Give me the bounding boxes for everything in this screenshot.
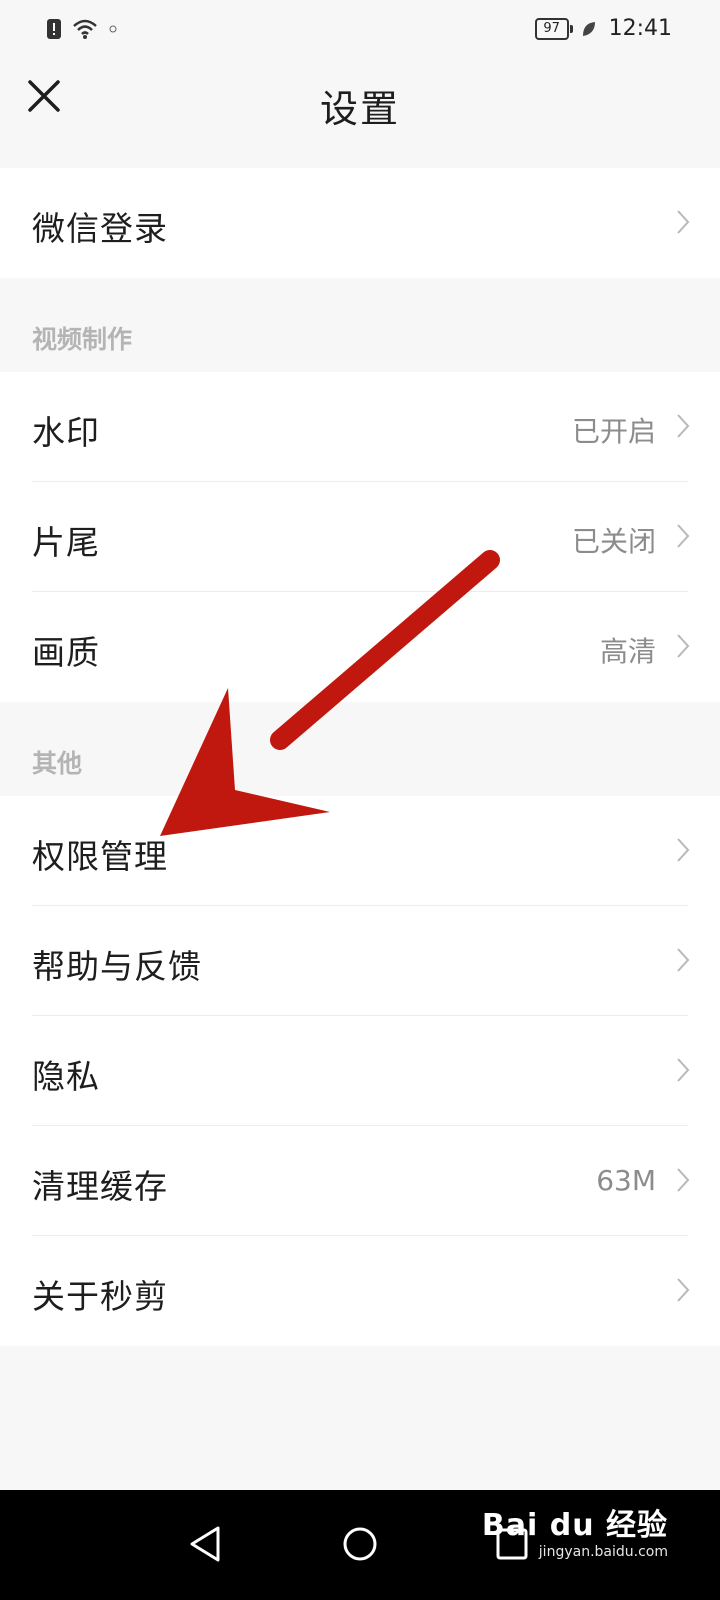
row-label: 画质: [32, 633, 100, 672]
page-title: 设置: [319, 87, 400, 131]
chevron-right-icon: [677, 948, 690, 972]
row-label: 水印: [32, 413, 100, 452]
row-label: 清理缓存: [32, 1167, 168, 1206]
row-label: 关于秒剪: [32, 1277, 168, 1316]
nav-back-button[interactable]: [176, 1514, 236, 1574]
video-group: 水印 已开启 片尾 已关闭 画质 高清: [0, 372, 720, 702]
clock: 12:41: [608, 16, 672, 41]
home-circle-icon: [343, 1527, 377, 1561]
section-label-video: 视频制作: [32, 325, 133, 354]
settings-row-clear-cache[interactable]: 清理缓存 63M: [0, 1126, 720, 1236]
battery-indicator: 97: [534, 17, 573, 40]
settings-row-watermark[interactable]: 水印 已开启: [0, 372, 720, 482]
settings-row-permissions[interactable]: 权限管理: [0, 796, 720, 906]
row-label: 隐私: [32, 1057, 100, 1096]
watermark-url: jingyan.baidu.com: [538, 1544, 668, 1560]
status-bar: 97 12:41: [0, 0, 720, 60]
section-label-other: 其他: [32, 749, 83, 778]
row-value: 63M: [596, 1164, 656, 1197]
chevron-right-icon: [677, 1058, 690, 1082]
alert-sim-icon: [47, 19, 61, 39]
row-value: 高清: [599, 635, 656, 668]
back-triangle-icon: [190, 1526, 220, 1562]
row-label: 片尾: [32, 523, 100, 562]
wifi-icon: [73, 19, 97, 39]
other-group: 权限管理 帮助与反馈 隐私 清理缓存 63M 关于秒剪: [0, 796, 720, 1346]
chevron-right-icon: [677, 524, 690, 548]
account-group: 微信登录: [0, 168, 720, 278]
header: 设置: [0, 60, 720, 168]
nfc-icon: [109, 25, 117, 33]
row-label: 帮助与反馈: [32, 947, 202, 986]
chevron-right-icon: [677, 210, 690, 234]
status-left: [46, 18, 118, 40]
settings-row-quality[interactable]: 画质 高清: [0, 592, 720, 702]
settings-row-help-feedback[interactable]: 帮助与反馈: [0, 906, 720, 1016]
chevron-right-icon: [677, 1168, 690, 1192]
chevron-right-icon: [677, 1278, 690, 1302]
row-value: 已开启: [571, 415, 656, 448]
row-label: 微信登录: [32, 209, 168, 248]
leaf-icon: [582, 21, 595, 36]
row-label: 权限管理: [32, 837, 168, 876]
settings-row-privacy[interactable]: 隐私: [0, 1016, 720, 1126]
chevron-right-icon: [677, 634, 690, 658]
row-value: 已关闭: [571, 525, 656, 558]
chevron-right-icon: [677, 414, 690, 438]
baidu-watermark: Bai du 经验 jingyan.baidu.com: [482, 1500, 668, 1560]
settings-row-wechat-login[interactable]: 微信登录: [0, 168, 720, 278]
nav-home-button[interactable]: [330, 1514, 390, 1574]
settings-row-about[interactable]: 关于秒剪: [0, 1236, 720, 1346]
chevron-right-icon: [677, 838, 690, 862]
watermark-logo: Bai du 经验: [481, 1508, 668, 1543]
status-right: 97 12:41: [534, 16, 672, 41]
settings-row-ending[interactable]: 片尾 已关闭: [0, 482, 720, 592]
